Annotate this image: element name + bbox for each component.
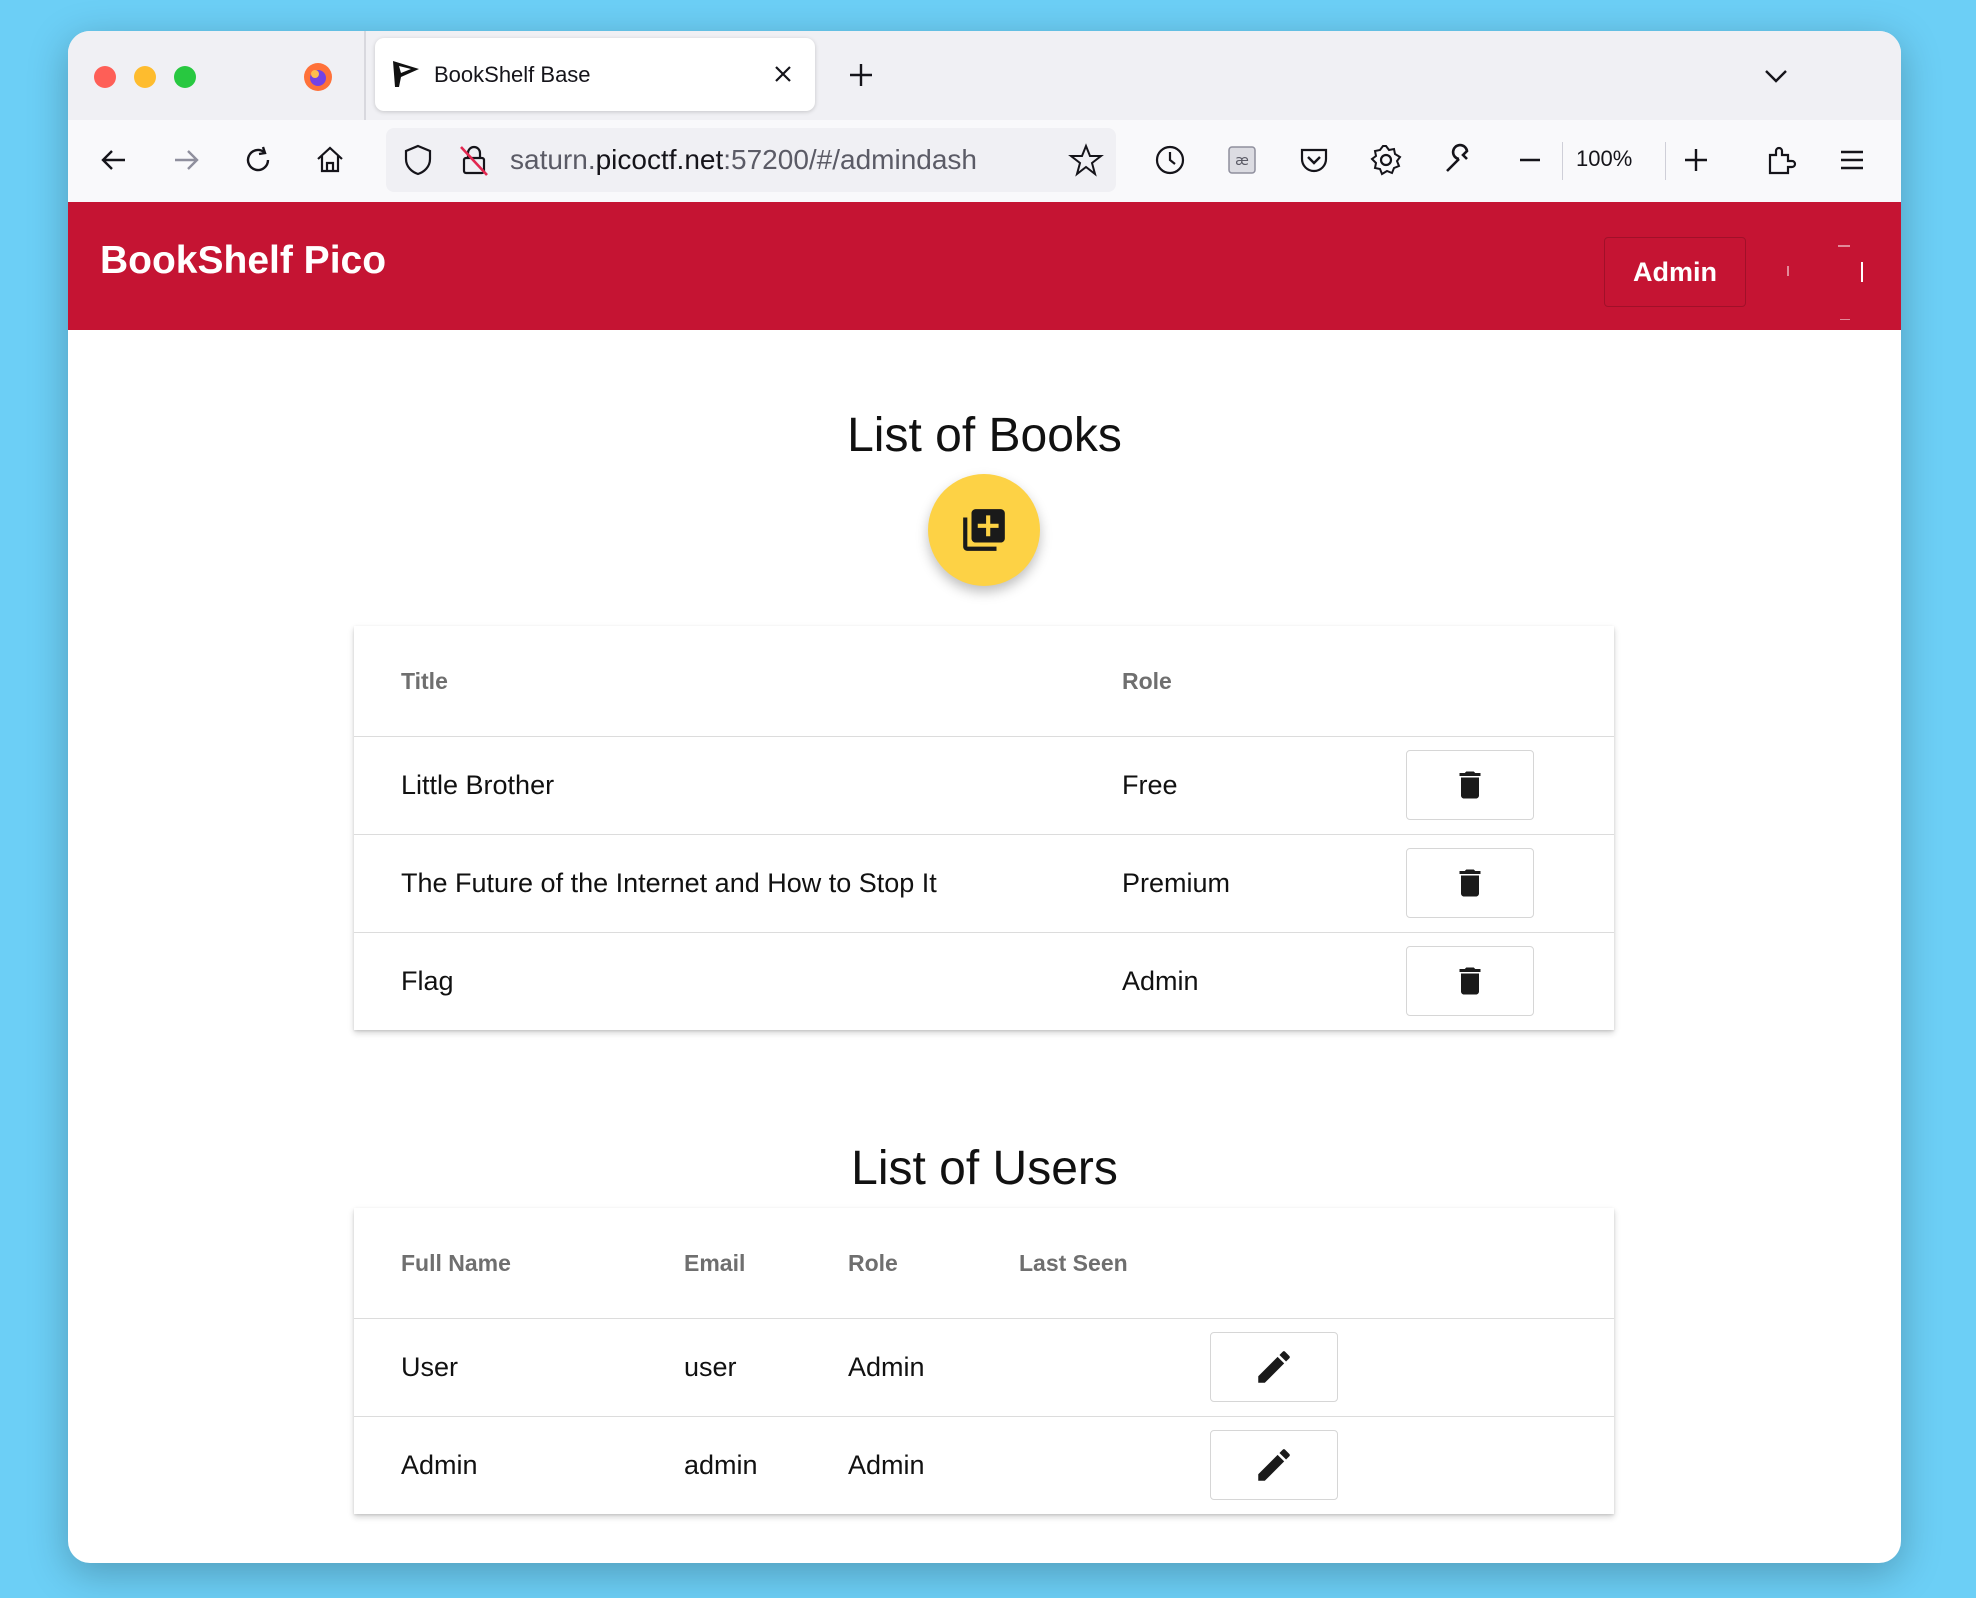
zoom-separator	[1562, 142, 1563, 180]
book-role: Admin	[1122, 966, 1199, 996]
minimize-window-button[interactable]	[134, 66, 156, 88]
back-button[interactable]	[94, 140, 134, 180]
column-role[interactable]: Role	[848, 1250, 898, 1277]
trash-icon	[1459, 967, 1481, 995]
book-title: Little Brother	[401, 770, 555, 800]
reader-view-button[interactable]: æ	[1222, 140, 1262, 180]
history-button[interactable]	[1150, 140, 1190, 180]
books-heading: List of Books	[847, 409, 1122, 462]
tab-strip: BookShelf Base	[68, 31, 1901, 120]
gear-icon	[1370, 145, 1402, 176]
table-row: The Future of the Internet and How to St…	[354, 835, 1614, 933]
table-row: User user Admin	[354, 1319, 1614, 1417]
books-table: Title Role Little Brother Free The Futur…	[354, 626, 1614, 1030]
bookmark-star-icon[interactable]	[1068, 142, 1104, 178]
zoom-out-button[interactable]	[1510, 140, 1550, 180]
extensions-button[interactable]	[1761, 140, 1801, 180]
user-full-name: Admin	[401, 1450, 478, 1480]
table-row: Little Brother Free	[354, 737, 1614, 835]
url-host: picoctf.net	[595, 144, 724, 175]
book-role: Free	[1122, 770, 1178, 800]
book-title: The Future of the Internet and How to St…	[401, 868, 937, 898]
url-text[interactable]: saturn.picoctf.net:57200/#/admindash	[510, 144, 977, 176]
brand-title[interactable]: BookShelf Pico	[100, 239, 386, 283]
new-tab-icon[interactable]	[845, 59, 877, 91]
user-role: Admin	[848, 1450, 925, 1480]
chevron-down-icon[interactable]	[1761, 61, 1791, 91]
delete-book-button[interactable]	[1406, 946, 1534, 1016]
pencil-icon	[1258, 1449, 1290, 1481]
admin-button[interactable]: Admin	[1604, 237, 1746, 307]
trash-icon	[1459, 771, 1481, 799]
app-menu-button[interactable]	[1832, 140, 1872, 180]
wrench-icon	[1446, 143, 1469, 172]
edit-user-button[interactable]	[1210, 1430, 1338, 1500]
zoom-level[interactable]: 100%	[1576, 146, 1632, 172]
column-role[interactable]: Role	[1122, 668, 1172, 695]
user-role: Admin	[848, 1352, 925, 1382]
url-suffix: :57200/#/admindash	[723, 144, 977, 175]
table-row: Admin admin Admin	[354, 1417, 1614, 1514]
menu-icon[interactable]	[1782, 224, 1870, 320]
close-window-button[interactable]	[94, 66, 116, 88]
column-full-name[interactable]: Full Name	[401, 1250, 511, 1277]
column-last-seen[interactable]: Last Seen	[1019, 1250, 1128, 1277]
firefox-view-icon[interactable]	[302, 61, 334, 93]
close-tab-icon[interactable]	[771, 62, 795, 86]
insecure-lock-icon[interactable]	[456, 142, 492, 178]
delete-book-button[interactable]	[1406, 848, 1534, 918]
book-title: Flag	[401, 966, 454, 996]
forward-arrow-icon	[175, 150, 199, 170]
users-table-header: Full Name Email Role Last Seen	[354, 1208, 1614, 1319]
edit-user-button[interactable]	[1210, 1332, 1338, 1402]
library-add-icon	[963, 509, 1005, 551]
delete-book-button[interactable]	[1406, 750, 1534, 820]
hamburger-menu-icon	[1841, 150, 1863, 170]
users-table: Full Name Email Role Last Seen User user…	[354, 1208, 1614, 1514]
tab-bookshelf-base[interactable]: BookShelf Base	[375, 38, 815, 111]
tab-separator	[364, 31, 366, 120]
forward-button[interactable]	[166, 140, 206, 180]
minus-icon	[1520, 158, 1540, 162]
puzzle-icon	[1768, 146, 1797, 175]
reader-ae-icon: æ	[1228, 146, 1256, 174]
tools-button[interactable]	[1438, 140, 1478, 180]
books-table-header: Title Role	[354, 626, 1614, 737]
svg-text:æ: æ	[1235, 153, 1249, 169]
url-prefix: saturn.	[510, 144, 596, 175]
reload-icon	[246, 146, 270, 172]
add-book-button[interactable]	[928, 474, 1040, 586]
home-button[interactable]	[310, 140, 350, 180]
browser-window: BookShelf Base saturn.picoctf.net:57200/…	[68, 31, 1901, 1563]
pocket-icon	[1300, 148, 1328, 173]
trash-icon	[1459, 869, 1481, 897]
zoom-in-button[interactable]	[1676, 140, 1716, 180]
tab-title: BookShelf Base	[434, 62, 591, 87]
user-email: user	[684, 1352, 737, 1382]
table-row: Flag Admin	[354, 933, 1614, 1030]
settings-button[interactable]	[1366, 140, 1406, 180]
back-arrow-icon	[101, 150, 125, 170]
url-bar[interactable]: saturn.picoctf.net:57200/#/admindash	[386, 128, 1116, 192]
picoctf-favicon-icon	[393, 61, 419, 87]
shield-icon[interactable]	[400, 142, 436, 178]
pencil-icon	[1258, 1351, 1290, 1383]
clock-icon	[1155, 145, 1185, 175]
book-role: Premium	[1122, 868, 1231, 898]
zoom-separator	[1665, 142, 1666, 180]
user-full-name: User	[401, 1352, 459, 1382]
column-email[interactable]: Email	[684, 1250, 745, 1277]
reload-button[interactable]	[238, 140, 278, 180]
app-header: BookShelf Pico Admin	[68, 202, 1901, 330]
navigation-bar: saturn.picoctf.net:57200/#/admindash æ 1…	[68, 120, 1901, 203]
users-heading: List of Users	[851, 1142, 1118, 1195]
column-title[interactable]: Title	[401, 668, 448, 695]
user-email: admin	[684, 1450, 758, 1480]
plus-icon	[1685, 149, 1707, 171]
pocket-button[interactable]	[1294, 140, 1334, 180]
maximize-window-button[interactable]	[174, 66, 196, 88]
home-icon	[317, 146, 343, 173]
